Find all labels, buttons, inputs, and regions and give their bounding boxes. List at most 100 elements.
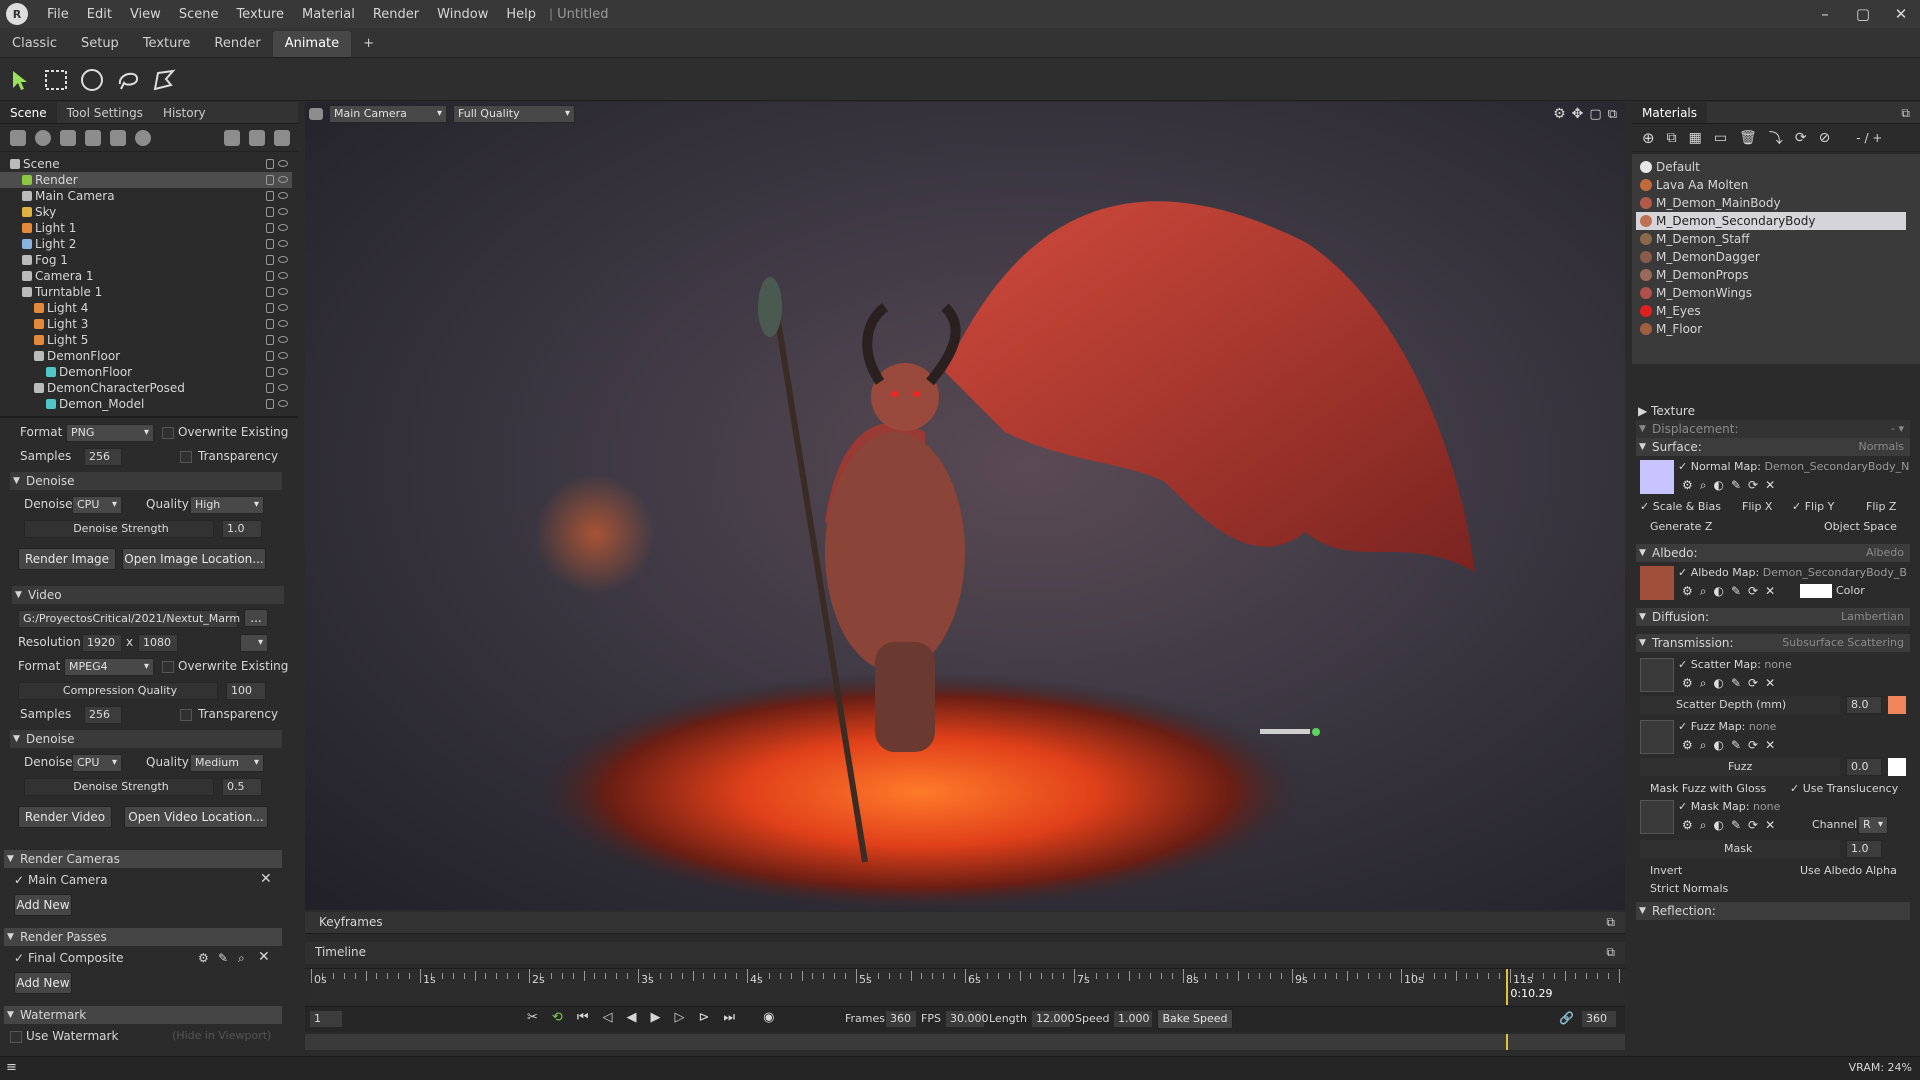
rect-select-icon[interactable] — [42, 66, 70, 94]
render-image-button[interactable]: Render Image — [18, 548, 116, 570]
materials-tab[interactable]: Materials — [1632, 102, 1708, 123]
video-transparency-checkbox[interactable] — [180, 709, 192, 721]
lock-icon[interactable] — [266, 351, 274, 361]
image-format-select[interactable]: PNG — [66, 424, 154, 442]
scene-tree-item[interactable]: Light 5 — [0, 332, 292, 348]
open-image-location-button[interactable]: Open Image Location... — [122, 548, 266, 570]
menu-scene[interactable]: Scene — [170, 7, 228, 22]
eye-icon[interactable] — [278, 256, 288, 263]
lock-icon[interactable] — [266, 223, 274, 233]
material-item[interactable]: M_DemonDagger — [1636, 248, 1906, 266]
texture-section[interactable]: ▶ Texture — [1638, 404, 1695, 418]
albedo-section[interactable]: Albedo:Albedo — [1636, 544, 1910, 562]
lasso-select-icon[interactable] — [114, 66, 142, 94]
render-cameras-section[interactable]: Render Cameras — [4, 850, 282, 868]
scene-tree-item[interactable]: Camera 1 — [0, 268, 292, 284]
ellipse-select-icon[interactable] — [78, 66, 106, 94]
tab-history[interactable]: History — [153, 102, 216, 123]
zoom-controls[interactable]: - / + — [1856, 131, 1882, 145]
gear-icon[interactable]: ⚙ — [198, 951, 209, 965]
next-key-icon[interactable]: ⊳ — [699, 1010, 710, 1025]
lock-icon[interactable] — [266, 319, 274, 329]
close-icon[interactable]: ✕ — [1882, 0, 1920, 28]
video-denoise-strength-slider[interactable]: Denoise Strength — [24, 778, 214, 796]
video-overwrite-checkbox[interactable] — [162, 661, 174, 673]
video-format-select[interactable]: MPEG4 — [64, 658, 154, 676]
fuzz-map-tools[interactable]: ⚙ ⌕ ◐ ✎ ⟳ ✕ — [1682, 738, 1775, 752]
eye-icon[interactable] — [278, 240, 288, 247]
lock-icon[interactable] — [266, 255, 274, 265]
scene-tree-item[interactable]: Sky — [0, 204, 292, 220]
prev-key-icon[interactable]: ◁ — [603, 1010, 613, 1025]
gear-icon[interactable]: ⚙ — [1553, 106, 1566, 122]
video-denoise-section[interactable]: Denoise — [10, 730, 282, 748]
video-denoise-strength-input[interactable]: 0.5 — [222, 778, 262, 796]
scene-tree-item[interactable]: DemonFloor — [0, 348, 292, 364]
material-item[interactable]: M_DemonWings — [1636, 284, 1906, 302]
watermark-section[interactable]: Watermark — [4, 1006, 282, 1024]
compression-quality-input[interactable]: 100 — [226, 682, 266, 700]
material-item[interactable]: M_Floor — [1636, 320, 1906, 338]
scatter-color-swatch[interactable] — [1888, 696, 1906, 714]
lock-icon[interactable] — [266, 383, 274, 393]
menu-view[interactable]: View — [121, 7, 170, 22]
pencil-icon[interactable]: ✎ — [218, 951, 228, 965]
lock-icon[interactable] — [266, 159, 274, 169]
checker-icon[interactable]: ▦ — [1689, 130, 1702, 146]
tab-classic[interactable]: Classic — [0, 31, 69, 57]
scene-tree-item[interactable]: DemonCharacterPosed — [0, 380, 292, 396]
video-denoise-device-select[interactable]: CPU — [72, 754, 122, 772]
diffusion-section[interactable]: Diffusion:Lambertian — [1636, 608, 1910, 626]
eye-icon[interactable] — [278, 368, 288, 375]
scene-tree-item[interactable]: Demon_Model — [0, 396, 292, 412]
folder-icon[interactable] — [224, 129, 240, 146]
menu-texture[interactable]: Texture — [227, 7, 293, 22]
mask-map-thumbnail[interactable] — [1640, 800, 1674, 834]
playhead[interactable] — [1506, 1034, 1509, 1050]
mask-input[interactable]: 1.0 — [1846, 840, 1882, 858]
normal-map-tools[interactable]: ⚙ ⌕ ◐ ✎ ⟳ ✕ — [1682, 478, 1775, 492]
duplicate-icon[interactable] — [249, 129, 265, 146]
scatter-map-tools[interactable]: ⚙ ⌕ ◐ ✎ ⟳ ✕ — [1682, 676, 1775, 690]
scene-tree-item[interactable]: Scene — [0, 156, 292, 172]
assign-icon[interactable]: ⤵ — [1769, 128, 1783, 148]
move-icon[interactable]: ✥ — [1572, 106, 1584, 122]
denoise-strength-input[interactable]: 1.0 — [222, 520, 262, 538]
open-video-location-button[interactable]: Open Video Location... — [124, 806, 268, 828]
video-quality-select[interactable]: Medium — [190, 754, 264, 772]
mask-slider[interactable]: Mask — [1640, 840, 1840, 858]
video-samples-input[interactable]: 256 — [84, 706, 122, 724]
render-viewport[interactable] — [305, 102, 1625, 910]
eye-icon[interactable] — [278, 272, 288, 279]
scene-tree-item[interactable]: Light 1 — [0, 220, 292, 236]
minimize-icon[interactable]: – — [1806, 0, 1844, 28]
eye-icon[interactable] — [278, 320, 288, 327]
light-add-icon[interactable] — [35, 129, 51, 146]
menu-file[interactable]: File — [38, 7, 78, 22]
strict-normals-label[interactable]: Strict Normals — [1650, 882, 1728, 895]
lock-icon[interactable] — [266, 271, 274, 281]
albedo-map-thumbnail[interactable] — [1640, 566, 1674, 600]
fuzz-input[interactable]: 0.0 — [1846, 758, 1882, 776]
channel-select[interactable]: R — [1858, 816, 1888, 834]
scene-tree-item[interactable]: Main Camera — [0, 188, 292, 204]
check-icon[interactable]: ✓ — [14, 951, 24, 965]
eye-icon[interactable] — [278, 352, 288, 359]
lock-icon[interactable] — [266, 287, 274, 297]
material-item[interactable]: M_Eyes — [1636, 302, 1906, 320]
end-frame-input[interactable]: 360 — [1581, 1010, 1617, 1028]
quality-select[interactable]: Full Quality — [453, 105, 575, 123]
magnifier-icon[interactable]: ⌕ — [238, 951, 245, 966]
mask-fuzz-label[interactable]: Mask Fuzz with Gloss — [1650, 782, 1766, 795]
albedo-color-swatch[interactable] — [1800, 584, 1832, 598]
denoise-device-select[interactable]: CPU — [72, 496, 122, 514]
popout-icon[interactable]: ⧉ — [1891, 102, 1920, 123]
scissors-icon[interactable]: ✂ — [527, 1010, 538, 1025]
current-frame-input[interactable]: 1 — [309, 1010, 343, 1028]
eye-icon[interactable] — [278, 336, 288, 343]
lock-icon[interactable] — [266, 207, 274, 217]
surface-section[interactable]: Surface:Normals — [1636, 438, 1910, 456]
loop-icon[interactable]: ⟲ — [552, 1010, 563, 1025]
material-item[interactable]: M_DemonProps — [1636, 266, 1906, 284]
lock-icon[interactable] — [266, 175, 274, 185]
